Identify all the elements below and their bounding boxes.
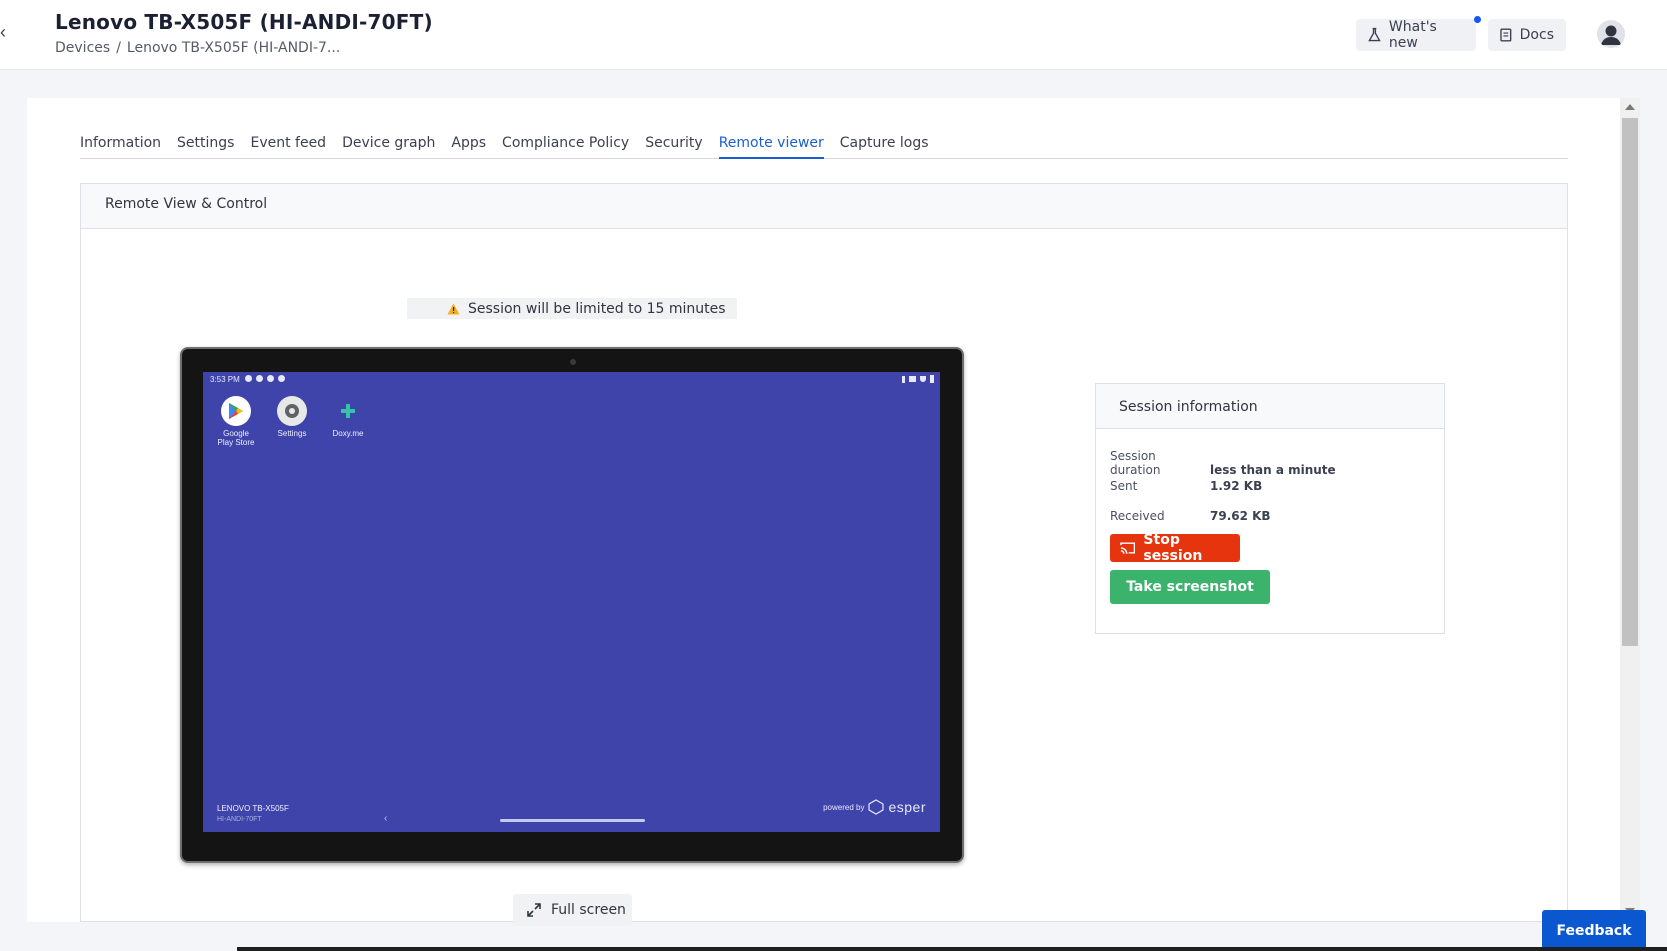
take-screenshot-button[interactable]: Take screenshot xyxy=(1110,570,1270,604)
duration-value: less than a minute xyxy=(1210,463,1336,477)
camera-dot xyxy=(570,359,576,365)
esper-brand: esper xyxy=(888,799,926,815)
docs-button[interactable]: Docs xyxy=(1488,19,1566,51)
signal-icon xyxy=(909,376,916,382)
tab-remote-viewer[interactable]: Remote viewer xyxy=(718,135,824,159)
stop-session-button[interactable]: Stop session xyxy=(1110,532,1240,564)
device-watermark: LENOVO TB-X505F HI-ANDI-70FT xyxy=(217,804,289,825)
app-play-store[interactable]: Google Play Store xyxy=(206,396,266,447)
vpn-icon xyxy=(267,375,274,382)
app-label: Doxy.me xyxy=(332,429,364,438)
top-header: ‹ Lenovo TB-X505F (HI-ANDI-70FT) Devices… xyxy=(0,0,1667,70)
status-system-icons xyxy=(902,375,934,383)
device-frame: 3:53 PM Google Play Store Settings Doxy.… xyxy=(180,347,964,863)
wifi-icon xyxy=(920,376,926,382)
shield-icon xyxy=(256,375,263,382)
bottom-edge-strip xyxy=(237,947,1667,951)
notification-icon xyxy=(245,375,252,382)
flask-icon xyxy=(1368,27,1381,42)
tab-compliance-policy[interactable]: Compliance Policy xyxy=(502,135,629,159)
sent-row: Sent 1.92 KB xyxy=(1110,479,1262,493)
device-model: LENOVO TB-X505F xyxy=(217,804,289,813)
breadcrumb-current: Lenovo TB-X505F (HI-ANDI-7... xyxy=(126,40,341,56)
tab-device-graph[interactable]: Device graph xyxy=(342,135,435,159)
powered-by-esper: powered by esper xyxy=(823,799,926,815)
whats-new-button[interactable]: What's new xyxy=(1356,16,1481,51)
fullscreen-label: Full screen xyxy=(551,902,626,918)
notification-dot xyxy=(1474,16,1481,23)
device-tabs: Information Settings Event feed Device g… xyxy=(80,135,1568,159)
received-row: Received 79.62 KB xyxy=(1110,509,1271,523)
received-value: 79.62 KB xyxy=(1210,509,1271,523)
app-label: Settings xyxy=(277,429,307,438)
powered-by-text: powered by xyxy=(823,802,865,812)
panel-title: Remote View & Control xyxy=(81,184,1567,229)
session-info-panel: Session information Session duration less… xyxy=(1095,383,1445,634)
breadcrumb: Devices / Lenovo TB-X505F (HI-ANDI-7... xyxy=(55,40,340,56)
battery-icon xyxy=(930,375,934,383)
user-avatar-icon xyxy=(1601,25,1621,45)
tab-capture-logs[interactable]: Capture logs xyxy=(840,135,929,159)
warning-text: Session will be limited to 15 minutes xyxy=(468,300,726,317)
tab-apps[interactable]: Apps xyxy=(451,135,486,159)
device-alias: HI-ANDI-70FT xyxy=(217,816,262,823)
fullscreen-button[interactable]: Full screen xyxy=(513,894,632,926)
whats-new-label: What's new xyxy=(1388,19,1437,51)
docs-icon xyxy=(1500,28,1512,42)
app-label: Google Play Store xyxy=(217,429,255,447)
app-doxy-me[interactable]: Doxy.me xyxy=(318,396,378,438)
scroll-up-arrow-icon[interactable] xyxy=(1625,104,1635,110)
nav-back-icon[interactable]: ‹ xyxy=(384,813,387,824)
breadcrumb-separator: / xyxy=(116,40,121,56)
feedback-button[interactable]: Feedback xyxy=(1542,910,1646,951)
status-notification-icons xyxy=(245,375,285,382)
settings-gear-icon xyxy=(277,396,307,426)
expand-icon xyxy=(527,903,541,917)
sent-value: 1.92 KB xyxy=(1210,479,1263,493)
sent-label: Sent xyxy=(1110,479,1138,493)
bluetooth-icon xyxy=(902,375,905,383)
avatar[interactable] xyxy=(1597,20,1625,48)
check-icon xyxy=(278,375,285,382)
device-screen[interactable]: 3:53 PM Google Play Store Settings Doxy.… xyxy=(203,372,940,832)
app-settings[interactable]: Settings xyxy=(262,396,322,438)
back-chevron-icon[interactable]: ‹ xyxy=(0,22,6,43)
breadcrumb-devices-link[interactable]: Devices xyxy=(55,40,110,56)
nav-home-bar[interactable] xyxy=(500,819,645,822)
tab-security[interactable]: Security xyxy=(645,135,703,159)
cast-icon xyxy=(1120,542,1136,554)
status-time: 3:53 PM xyxy=(210,375,240,384)
page-title: Lenovo TB-X505F (HI-ANDI-70FT) xyxy=(55,10,433,34)
duration-label: Session duration xyxy=(1110,449,1161,477)
tab-event-feed[interactable]: Event feed xyxy=(250,135,326,159)
received-label: Received xyxy=(1110,509,1165,523)
warning-icon xyxy=(447,303,460,314)
session-limit-warning: Session will be limited to 15 minutes xyxy=(407,298,737,319)
play-store-icon xyxy=(221,396,251,426)
session-duration-row: Session duration less than a minute xyxy=(1110,449,1336,477)
page-scrollbar[interactable] xyxy=(1620,98,1640,922)
scrollbar-thumb[interactable] xyxy=(1622,118,1638,646)
docs-label: Docs xyxy=(1519,27,1554,43)
stop-session-label: Stop session xyxy=(1143,532,1203,564)
take-screenshot-label: Take screenshot xyxy=(1126,579,1254,595)
tab-information[interactable]: Information xyxy=(80,135,161,159)
esper-logo-icon xyxy=(868,799,885,815)
tab-settings[interactable]: Settings xyxy=(177,135,234,159)
doxy-me-icon xyxy=(333,396,363,426)
session-info-title: Session information xyxy=(1096,384,1444,429)
